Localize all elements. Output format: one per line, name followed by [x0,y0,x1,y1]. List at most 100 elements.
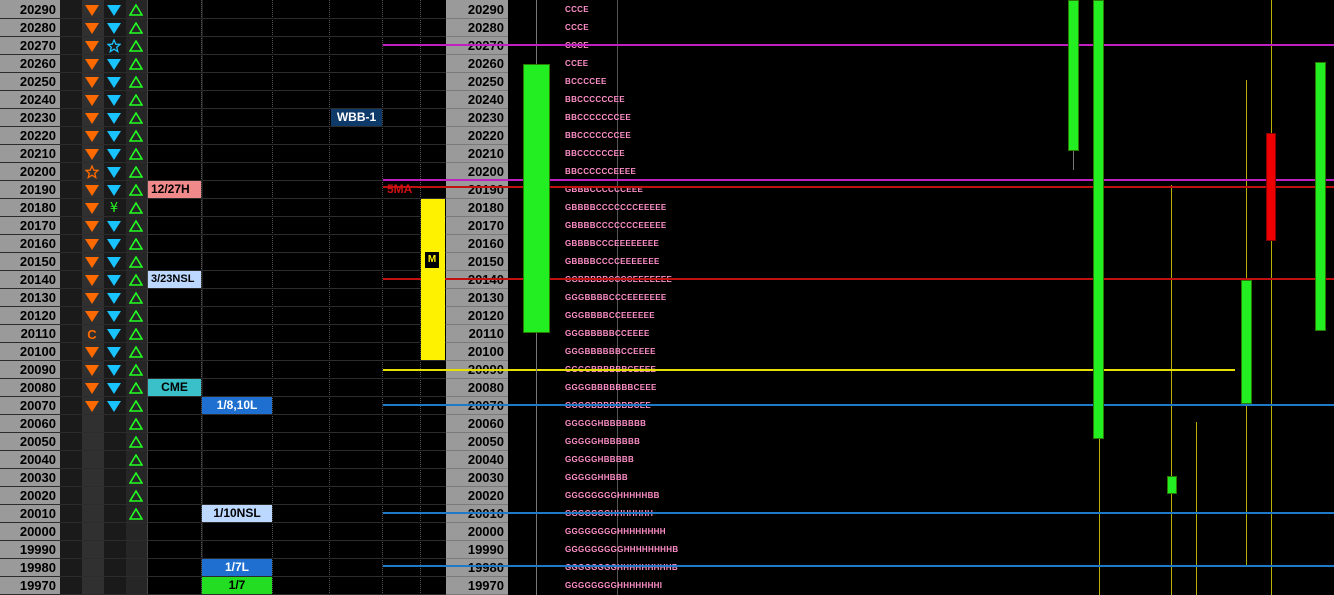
green-up-triangle-icon [126,253,146,271]
green-up-triangle-icon [126,397,146,415]
right-price-label: 20180 [446,199,508,217]
left-price-label: 20010 [19,506,56,521]
cyan-down-triangle-icon [104,73,124,91]
tag-1-10nsl: 1/10NSL [202,505,272,522]
cyan-down-triangle-icon [104,1,124,19]
tpo-letters: GBBBBCCCCCCCEEEEE [565,203,667,212]
star-icon [82,163,102,181]
right-price-label: 20210 [446,145,508,163]
row-gridline [0,198,446,199]
tpo-letters: BBCCCCCCCEE [565,113,631,122]
green-up-triangle-icon [126,451,146,469]
candle-green-4 [1167,476,1177,494]
tpo-letters: BBCCCCCCEE [565,149,625,158]
orange-down-triangle-icon [82,271,102,289]
row-gridline [0,432,446,433]
row-gridline [0,144,446,145]
tpo-letters: GGGBBBBCCEEEEEE [565,311,655,320]
blue-level-line-1 [383,404,1334,406]
yellow-level-line [383,369,1235,371]
tpo-letters: GBBBCCCCCCEEE [565,185,644,194]
row-gridline [0,270,446,271]
left-price-label: 20200 [19,164,56,179]
tpo-letters: GGGGBBBBBBBCEE [565,397,651,415]
tpo-letters: GBBBBCCCCEEEEEEE [565,257,660,266]
tpo-letters: GGGGGGGGGHHHHHHHHB [565,545,679,554]
cyan-down-triangle-icon [104,253,124,271]
green-up-triangle-icon [126,325,146,343]
c-marker-icon: C [87,326,97,342]
green-up-triangle-icon [126,505,146,523]
orange-down-triangle-icon [82,91,102,109]
left-price-label: 20180 [19,200,56,215]
green-up-triangle-icon [126,307,146,325]
right-price-label: 19990 [446,541,508,559]
left-price-label: 20080 [19,380,56,395]
right-price-label: 20030 [446,469,508,487]
right-price-label: 19980 [446,559,508,577]
right-price-label: 20160 [446,235,508,253]
right-price-label: 20130 [446,289,508,307]
green-up-triangle-icon [126,145,146,163]
green-up-triangle-icon [126,271,146,289]
right-price-label: 20000 [446,523,508,541]
left-price-label: 20130 [19,290,56,305]
left-price-label: 19970 [19,578,56,593]
cyan-down-triangle-icon [104,217,124,235]
tpo-letters: GGBBBBBCCCCEEEEEEE [565,271,672,289]
tpo-letters: GGGBBBBBCCEEEE [565,329,650,338]
orange-down-triangle-icon [82,253,102,271]
row-gridline [0,414,446,415]
left-price-label: 20000 [19,524,56,539]
tag-cme: CME [148,379,201,396]
row-gridline [0,378,446,379]
left-price-label: 20240 [19,92,56,107]
row-gridline [0,18,446,19]
green-up-triangle-icon [126,199,146,217]
row-gridline [0,288,446,289]
orange-down-triangle-icon [82,37,102,55]
green-up-triangle-icon [126,19,146,37]
cyan-down-triangle-icon [104,271,124,289]
cyan-down-triangle-icon [104,55,124,73]
orange-down-triangle-icon [82,19,102,37]
tpo-letters: GBBBBCCCEEEEEEEE [565,239,660,248]
right-price-label: 20110 [446,325,508,343]
left-price-label: 20090 [19,362,56,377]
candle-green-5 [1241,280,1252,404]
green-up-triangle-icon [126,181,146,199]
right-price-label: 20280 [446,19,508,37]
left-price-label: 20040 [19,452,56,467]
left-price-label: 20100 [19,344,56,359]
orange-down-triangle-icon [82,397,102,415]
tpo-letters: GGGGGHHBBB [565,473,628,482]
green-up-triangle-icon [126,37,146,55]
row-gridline [0,450,446,451]
blue-level-line-2 [383,512,1334,514]
right-price-label: 20270 [446,37,508,55]
tag-3-23nsl: 3/23NSL [148,271,201,288]
green-up-triangle-icon [126,235,146,253]
cyan-down-triangle-icon [104,307,124,325]
tag-wbb-1: WBB-1 [331,109,382,126]
right-price-label: 20010 [446,505,508,523]
right-price-label: 20100 [446,343,508,361]
right-price-label: 20220 [446,127,508,145]
row-gridline [0,216,446,217]
label-5ma: 5MA [387,182,413,196]
tpo-letters: GGGGGGGHHHHHHH [565,505,653,523]
green-up-triangle-icon [126,109,146,127]
orange-down-triangle-icon [82,307,102,325]
orange-down-triangle-icon [82,55,102,73]
yen-icon: ¥ [109,200,119,216]
cyan-down-triangle-icon [104,325,124,343]
tpo-letters: GBBBBCCCCCCCEEEEE [565,221,667,230]
left-price-label: 20210 [19,146,56,161]
orange-down-triangle-icon [82,289,102,307]
green-up-triangle-icon [126,1,146,19]
green-up-triangle-icon [126,415,146,433]
green-up-triangle-icon [126,343,146,361]
right-price-label: 20190 [446,181,508,199]
left-price-label: 20020 [19,488,56,503]
left-price-label: 20050 [19,434,56,449]
